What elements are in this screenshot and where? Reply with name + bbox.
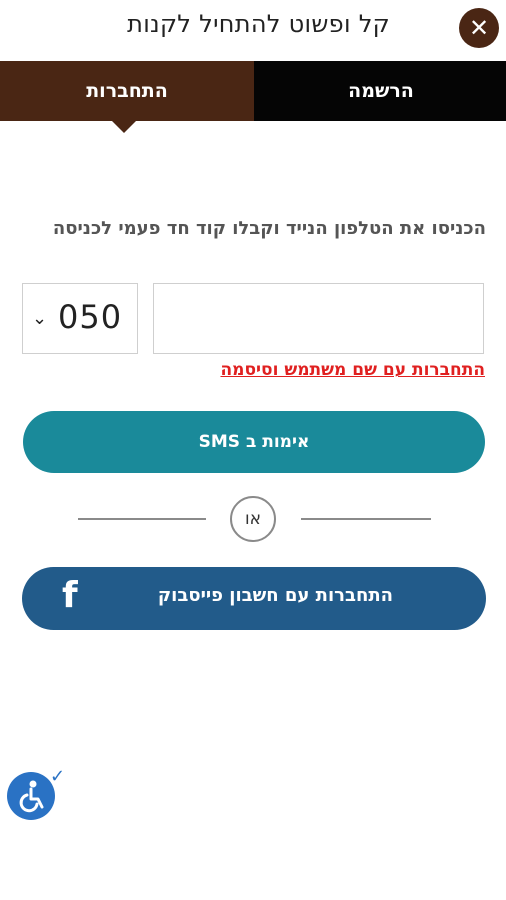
header: ✕ קל ופשוט להתחיל לקנות <box>0 0 506 60</box>
accessibility-icon <box>19 780 44 813</box>
phone-prefix-value: 050 <box>58 298 123 336</box>
tab-login[interactable]: התחברות <box>0 61 254 121</box>
tab-bar: התחברות הרשמה <box>0 61 506 121</box>
divider-line-right <box>301 518 431 520</box>
accessibility-button[interactable] <box>7 772 55 820</box>
facebook-icon: f <box>62 575 78 616</box>
close-button[interactable]: ✕ <box>459 8 499 48</box>
sms-verify-button[interactable]: אימות ב SMS <box>23 411 485 473</box>
active-tab-indicator <box>112 121 136 133</box>
facebook-login-label: התחברות עם חשבון פייסבוק <box>157 585 393 606</box>
or-separator: או <box>230 496 276 542</box>
username-password-login-link[interactable]: התחברות עם שם משתמש וסיסמה <box>220 360 485 380</box>
tab-register[interactable]: הרשמה <box>254 61 506 121</box>
chevron-down-icon: ⌄ <box>32 308 48 329</box>
check-icon: ✓ <box>50 766 66 787</box>
login-instruction: הכניסו את הטלפון הנייד וקבלו קוד חד פעמי… <box>52 218 486 239</box>
page-title: קל ופשוט להתחיל לקנות <box>127 10 390 38</box>
phone-number-input[interactable] <box>153 283 484 354</box>
divider-line-left <box>78 518 206 520</box>
facebook-login-button[interactable]: f התחברות עם חשבון פייסבוק <box>22 567 486 630</box>
phone-prefix-select[interactable]: 050 ⌄ <box>22 283 138 354</box>
close-icon[interactable]: ✕ <box>469 14 489 42</box>
